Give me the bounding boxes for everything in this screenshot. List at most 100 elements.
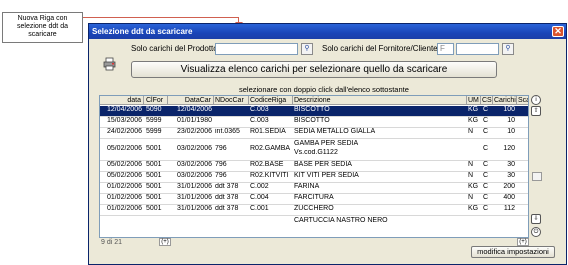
table-row[interactable]: 12/04/2006 5090 12/04/2006 C.003 BISCOTT… xyxy=(100,106,528,116)
cell-data: 05/02/2006 xyxy=(106,161,142,168)
cell-datacar: 03/02/2006 xyxy=(176,145,212,152)
cell-datacar: 31/01/2006 xyxy=(176,194,212,201)
search-fornitore-binoculars-icon[interactable]: ⚲ xyxy=(502,43,514,55)
power-icon[interactable]: ⏻ xyxy=(531,227,541,237)
cell-carichi: 10 xyxy=(507,117,515,124)
table-row[interactable]: CARTUCCIA NASTRO NERO xyxy=(100,217,528,227)
cell-ndoccar: ddt 378 xyxy=(215,183,239,190)
cell-carichi: 400 xyxy=(503,194,515,201)
cell-cs: C xyxy=(483,161,489,168)
window-titlebar[interactable]: Selezione ddt da scaricare ✕ xyxy=(89,24,566,39)
cell-descrizione: FARCITURA xyxy=(294,194,334,201)
cell-data: 05/02/2006 xyxy=(106,145,142,152)
cell-datacar: 31/01/2006 xyxy=(176,205,212,212)
cell-data: 01/02/2006 xyxy=(106,205,142,212)
cell-codiceriga: R01.SEDIA xyxy=(250,128,286,135)
cell-datacar: 23/02/2006 xyxy=(176,128,212,135)
cell-descrizione: ZUCCHERO xyxy=(294,205,334,212)
cell-descrizione: BISCOTTO xyxy=(294,117,330,124)
col-header-data[interactable]: data xyxy=(100,96,144,105)
table-row[interactable]: 01/02/2006 5001 31/01/2006 ddt 378 C.002… xyxy=(100,183,528,193)
cell-data: 01/02/2006 xyxy=(106,194,142,201)
table-row[interactable]: 15/03/2006 5999 01/01/1980 C.003 BISCOTT… xyxy=(100,117,528,127)
cell-clfor: 5001 xyxy=(146,194,162,201)
cell-descrizione: BASE PER SEDIA xyxy=(294,161,352,168)
cell-data: 01/02/2006 xyxy=(106,183,142,190)
cell-ndoccar: ddt 378 xyxy=(215,194,239,201)
table-row[interactable]: 05/02/2006 5001 03/02/2006 796 R02.KITVI… xyxy=(100,172,528,182)
table-row[interactable]: 01/02/2006 5001 31/01/2006 ddt 378 C.001… xyxy=(100,205,528,215)
col-header-um[interactable]: UM xyxy=(467,96,481,105)
row-divider xyxy=(100,215,528,216)
col-header-clfor[interactable]: ClFor xyxy=(144,96,168,105)
cell-um: KG xyxy=(468,106,479,113)
search-prodotto-binoculars-icon[interactable]: ⚲ xyxy=(301,43,313,55)
cell-cs: C xyxy=(483,145,489,152)
info-icon[interactable]: i xyxy=(531,95,541,105)
cell-clfor: 5001 xyxy=(146,145,162,152)
cell-carichi: 112 xyxy=(503,205,515,212)
col-header-carichi[interactable]: Carichi xyxy=(493,96,517,105)
close-icon[interactable]: ✕ xyxy=(552,26,564,37)
scroll-down-icon[interactable]: ⇩ xyxy=(531,214,541,224)
cell-codiceriga: R02.GAMBA xyxy=(250,145,291,152)
scroll-up-icon[interactable]: ⇧ xyxy=(531,106,541,116)
cell-cs: C xyxy=(483,106,489,113)
table-row[interactable]: 05/02/2006 5001 03/02/2006 796 R02.GAMBA… xyxy=(100,139,528,160)
table-row[interactable]: 24/02/2006 5999 23/02/2006 int.0365 R01.… xyxy=(100,128,528,138)
cell-codiceriga: C.001 xyxy=(250,205,269,212)
cell-data: 15/03/2006 xyxy=(106,117,142,124)
col-header-scar[interactable]: Scar xyxy=(517,96,528,105)
cell-um: N xyxy=(468,161,474,168)
fornitore-code-field[interactable]: F xyxy=(437,43,454,55)
cell-clfor: 5001 xyxy=(146,205,162,212)
fornitore-label: Solo carichi del Fornitore/Cliente xyxy=(322,44,438,53)
col-header-cs[interactable]: CS xyxy=(481,96,493,105)
printer-icon[interactable] xyxy=(103,57,117,71)
cell-clfor: 5001 xyxy=(146,172,162,179)
modifica-impostazioni-button[interactable]: modifica impostazioni xyxy=(471,246,555,258)
col-header-datacar[interactable]: DataCar xyxy=(168,96,214,105)
col-header-descrizione[interactable]: Descrizione xyxy=(293,96,467,105)
cell-ndoccar: 796 xyxy=(215,161,227,168)
cell-carichi: 30 xyxy=(507,172,515,179)
cell-codiceriga: C.003 xyxy=(250,117,269,124)
cell-datacar: 03/02/2006 xyxy=(176,161,212,168)
cell-cs: C xyxy=(483,172,489,179)
cell-um: KG xyxy=(468,117,479,124)
row-checkbox[interactable] xyxy=(532,172,542,181)
instruction-text: selezionare con doppio click dall'elenco… xyxy=(239,85,409,94)
cell-carichi: 10 xyxy=(507,128,515,135)
fornitore-input[interactable] xyxy=(456,43,499,55)
cell-descrizione: FARINA xyxy=(294,183,320,190)
callout-line-2: selezione ddt da xyxy=(17,23,68,30)
prodotto-input[interactable] xyxy=(215,43,298,55)
table-row[interactable]: 01/02/2006 5001 31/01/2006 ddt 378 C.004… xyxy=(100,194,528,204)
visualizza-carichi-button[interactable]: Visualizza elenco carichi per selezionar… xyxy=(131,61,497,78)
cell-cs: C xyxy=(483,205,489,212)
cell-cs: C xyxy=(483,117,489,124)
cell-um: N xyxy=(468,172,474,179)
callout-line-3: scaricare xyxy=(28,31,57,38)
cell-clfor: 5999 xyxy=(146,117,162,124)
carichi-grid: data ClFor DataCar NDocCar CodiceRiga De… xyxy=(99,95,529,238)
cell-cs: C xyxy=(483,128,489,135)
cell-data: 12/04/2006 xyxy=(106,106,142,113)
cell-clfor: 5001 xyxy=(146,161,162,168)
cell-descrizione: KIT VITI PER SEDIA xyxy=(294,172,359,179)
cell-descrizione: GAMBA PER SEDIA xyxy=(294,140,359,147)
col-header-codiceriga[interactable]: CodiceRiga xyxy=(249,96,293,105)
cell-ndoccar: int.0365 xyxy=(215,128,240,135)
cell-um: KG xyxy=(468,205,479,212)
cell-descrizione: CARTUCCIA NASTRO NERO xyxy=(294,217,388,224)
nav-prev-button[interactable]: (+) xyxy=(159,238,171,246)
cell-codiceriga: C.004 xyxy=(250,194,269,201)
cell-carichi: 30 xyxy=(507,161,515,168)
cell-codiceriga: R02.BASE xyxy=(250,161,284,168)
table-row[interactable]: 05/02/2006 5001 03/02/2006 796 R02.BASE … xyxy=(100,161,528,171)
cell-descrizione: BISCOTTO xyxy=(294,106,330,113)
col-header-ndoccar[interactable]: NDocCar xyxy=(214,96,249,105)
cell-codiceriga: C.003 xyxy=(250,106,269,113)
cell-clfor: 5001 xyxy=(146,183,162,190)
nav-next-button[interactable]: (+) xyxy=(517,238,529,246)
